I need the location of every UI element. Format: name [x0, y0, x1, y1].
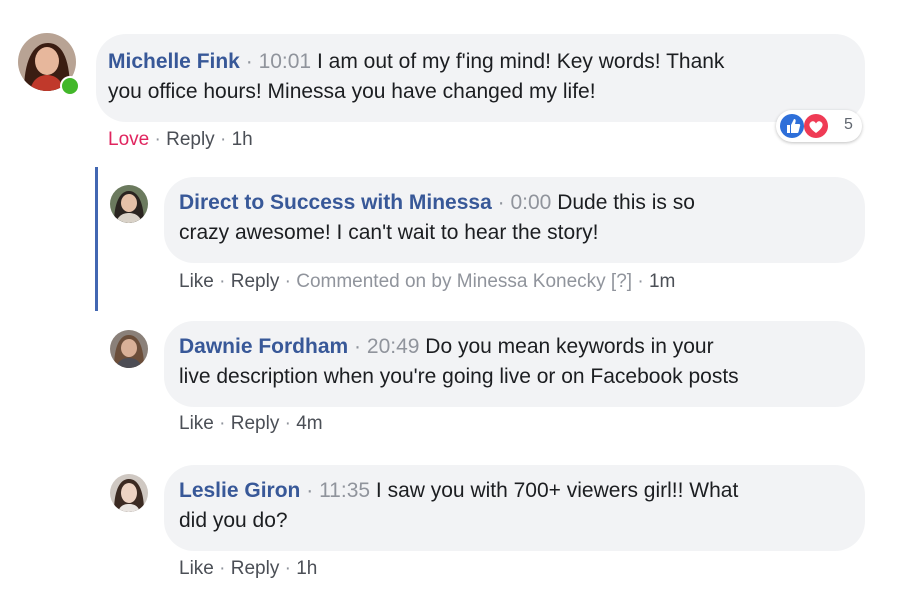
comment-actions: Like · Reply · Commented on by Minessa K…	[179, 271, 676, 292]
separator-dot: ·	[245, 50, 253, 73]
separator-dot: ·	[354, 335, 362, 358]
reply-button[interactable]: Reply	[166, 129, 215, 150]
comment-timestamp[interactable]: 0:00	[510, 191, 551, 214]
comment-age[interactable]: 4m	[296, 413, 322, 434]
reaction-icons	[780, 114, 828, 138]
love-reaction-button[interactable]: Love	[108, 129, 149, 150]
like-button[interactable]: Like	[179, 271, 214, 292]
reply-button[interactable]: Reply	[231, 413, 280, 434]
avatar[interactable]	[110, 330, 148, 368]
comment-bubble: Michelle Fink · 10:01 I am out of my f'i…	[96, 34, 865, 122]
comment-text: crazy awesome! I can't wait to hear the …	[179, 221, 599, 244]
comment-age[interactable]: 1h	[232, 129, 253, 150]
comment-bubble: Dawnie Fordham · 20:49 Do you mean keywo…	[164, 321, 865, 407]
comment-text: live description when you're going live …	[179, 365, 739, 388]
like-button[interactable]: Like	[179, 558, 214, 579]
separator-dot: ·	[497, 191, 505, 214]
comment-text: I saw you with 700+ viewers girl!! What	[375, 479, 739, 502]
commented-by-note[interactable]: Commented on by Minessa Konecky [?]	[296, 271, 632, 292]
reactions-summary[interactable]: 5	[776, 110, 862, 142]
comment-timestamp[interactable]: 10:01	[259, 50, 312, 73]
comment-bubble: Direct to Success with Minessa · 0:00 Du…	[164, 177, 865, 263]
online-status-indicator	[60, 76, 80, 96]
comment-text: I am out of my f'ing mind! Key words! Th…	[316, 50, 725, 73]
reply-button[interactable]: Reply	[231, 558, 280, 579]
comment-author[interactable]: Direct to Success with Minessa	[179, 191, 492, 214]
comment-timestamp[interactable]: 20:49	[367, 335, 420, 358]
like-button[interactable]: Like	[179, 413, 214, 434]
comment-bubble: Leslie Giron · 11:35 I saw you with 700+…	[164, 465, 865, 551]
reply-button[interactable]: Reply	[231, 271, 280, 292]
avatar[interactable]	[110, 185, 148, 223]
comment-actions: Like · Reply · 1h	[179, 558, 318, 579]
reaction-count: 5	[844, 116, 853, 133]
comment-timestamp[interactable]: 11:35	[319, 479, 370, 502]
comment-text: you office hours! Minessa you have chang…	[108, 80, 596, 103]
comment-author[interactable]: Leslie Giron	[179, 479, 300, 502]
comment-age[interactable]: 1h	[296, 558, 317, 579]
thread-indicator-line	[95, 167, 98, 311]
comment-text: did you do?	[179, 509, 288, 532]
comment-actions: Love · Reply · 1h	[108, 129, 253, 150]
comment-age[interactable]: 1m	[649, 271, 675, 292]
comment-author[interactable]: Michelle Fink	[108, 50, 240, 73]
comment-text: Do you mean keywords in your	[425, 335, 714, 358]
comment-actions: Like · Reply · 4m	[179, 413, 323, 434]
comment-author[interactable]: Dawnie Fordham	[179, 335, 348, 358]
avatar[interactable]	[110, 474, 148, 512]
comment-text: Dude this is so	[557, 191, 695, 214]
separator-dot: ·	[306, 479, 314, 502]
